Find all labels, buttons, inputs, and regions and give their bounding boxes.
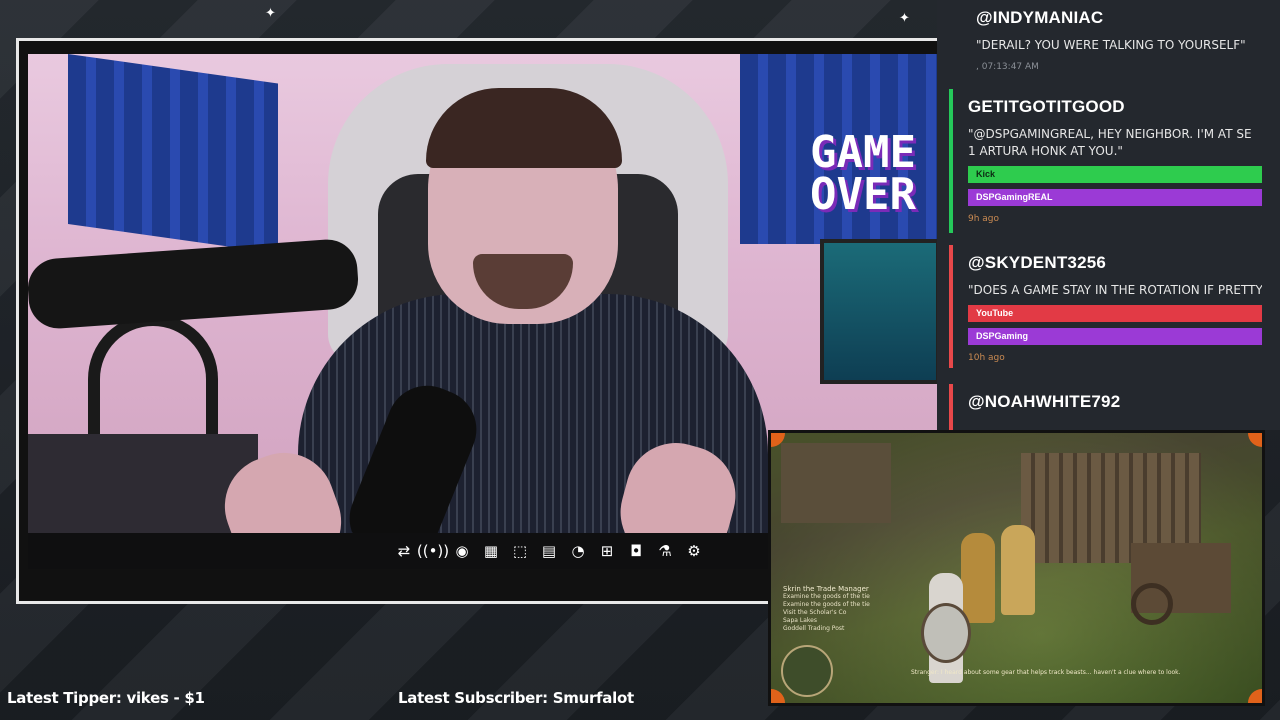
eye-icon[interactable]: ◉	[450, 539, 474, 563]
gear-icon[interactable]: ⚙	[682, 539, 706, 563]
broadcast-icon[interactable]: ((•))	[417, 539, 449, 563]
game-cart-wheel	[1131, 583, 1173, 625]
sparkle-icon: ✦	[265, 5, 276, 20]
game-character	[1001, 525, 1035, 615]
quest-line: Sapa Lakes	[783, 617, 817, 624]
chat-text: "DOES A GAME STAY IN THE ROTATION IF PRE…	[968, 283, 1262, 297]
channel-tag: DSPGamingREAL	[968, 189, 1262, 206]
game-building	[781, 443, 891, 523]
speedometer-icon[interactable]: ◔	[566, 539, 590, 563]
platform-tag: YouTube	[968, 305, 1262, 322]
game-capture: Skrin the Trade Manager Examine the good…	[768, 430, 1265, 706]
platform-tag: Kick	[968, 166, 1262, 183]
quest-line: Examine the goods of the tie	[783, 601, 870, 608]
game-over-sign: GAME OVER	[810, 127, 916, 220]
add-frame-icon[interactable]: ⊞	[595, 539, 619, 563]
repeat-icon[interactable]: ⇄	[392, 539, 416, 563]
flask-icon[interactable]: ⚗	[653, 539, 677, 563]
quest-title: Skrin the Trade Manager	[783, 585, 869, 593]
quest-line: Goddell Trading Post	[783, 625, 845, 632]
tv-screen	[820, 239, 938, 384]
camera-icon[interactable]: ◘	[624, 539, 648, 563]
resize-icon[interactable]: ⬚	[508, 539, 532, 563]
quest-line: Examine the goods of the tie	[783, 593, 870, 600]
acoustic-foam	[68, 54, 278, 254]
game-character	[961, 533, 995, 623]
chat-username: @NOAHWHITE792	[968, 392, 1121, 411]
chat-timestamp: 10h ago	[968, 353, 1005, 363]
headphones	[88, 314, 218, 444]
clapper-icon[interactable]: ▦	[479, 539, 503, 563]
dialogue-subtitle: Stranger: I heard about some gear that h…	[911, 669, 1181, 676]
sparkle-icon: ✦	[899, 10, 910, 25]
channel-tag: DSPGaming	[968, 328, 1262, 345]
chat-timestamp: , 07:13:47 AM	[976, 62, 1039, 72]
chat-username: @SKYDENT3256	[968, 253, 1107, 272]
quest-line: Visit the Scholar's Co	[783, 609, 847, 616]
quest-tracker: Skrin the Trade Manager Examine the good…	[783, 585, 870, 633]
chat-message: @INDYMANIAC "DERAIL? YOU WERE TALKING TO…	[949, 8, 1262, 72]
latest-subscriber: Latest Subscriber: Smurfalot	[398, 689, 634, 707]
film-icon[interactable]: ▤	[537, 539, 561, 563]
alerts-ticker: Latest Tipper: vikes - $1 Latest Subscri…	[0, 688, 760, 714]
chat-text: "DERAIL? YOU WERE TALKING TO YOURSELF"	[976, 38, 1246, 52]
chat-username: GETITGOTITGOOD	[968, 97, 1125, 116]
chat-timestamp: 9h ago	[968, 214, 1000, 224]
chat-message: GETITGOTITGOOD "@DSPGAMINGREAL, HEY NEIG…	[949, 89, 1262, 233]
minimap	[781, 645, 833, 697]
chat-message: @NOAHWHITE792	[949, 384, 1262, 430]
chat-username: @INDYMANIAC	[976, 8, 1104, 27]
chat-message: @SKYDENT3256 "DOES A GAME STAY IN THE RO…	[949, 245, 1262, 368]
mic-arm	[28, 237, 361, 331]
chat-feed: @INDYMANIAC "DERAIL? YOU WERE TALKING TO…	[937, 0, 1280, 430]
chat-text: "@DSPGAMINGREAL, HEY NEIGHBOR. I'M AT SE…	[968, 127, 1252, 158]
latest-tipper: Latest Tipper: vikes - $1	[7, 689, 205, 707]
shield	[921, 603, 971, 663]
